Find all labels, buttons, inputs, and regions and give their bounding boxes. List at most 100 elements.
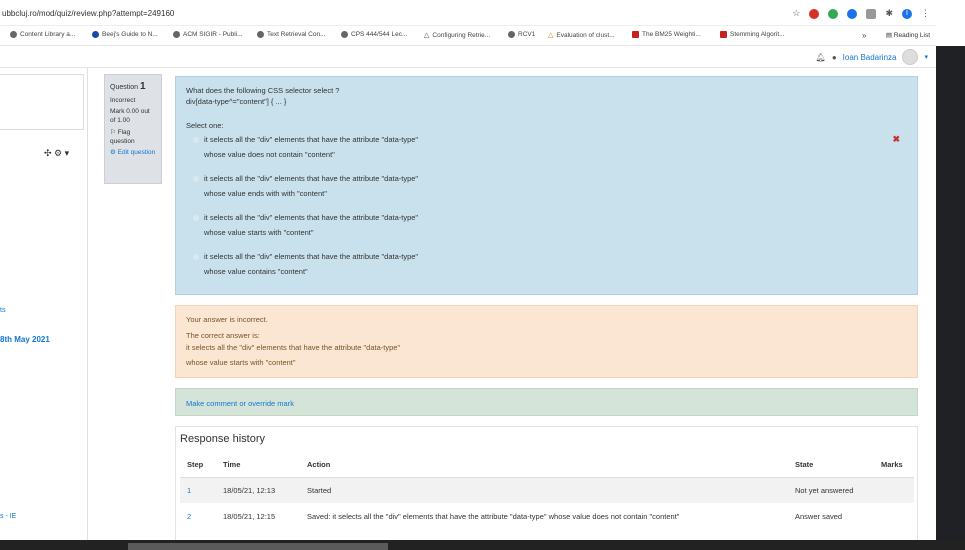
response-history: Response history Step Time Action State … xyxy=(175,426,918,540)
correct-answer-label: The correct answer is: xyxy=(186,331,260,340)
answer-option[interactable]: it selects all the "div" elements that h… xyxy=(193,133,418,162)
url-text[interactable]: ubbcluj.ro/mod/quiz/review.php?attempt=2… xyxy=(2,9,174,18)
incorrect-icon: ✖ xyxy=(892,134,900,144)
flag-question[interactable]: ⚐ Flag question xyxy=(110,129,156,147)
star-icon[interactable]: ☆ xyxy=(792,8,800,19)
gear-icon: ⚙ xyxy=(110,149,118,157)
browser-window: ubbcluj.ro/mod/quiz/review.php?attempt=2… xyxy=(0,0,936,540)
feedback-box: Your answer is incorrect. The correct an… xyxy=(175,305,918,378)
radio-button[interactable] xyxy=(193,176,199,182)
taskbar-strip xyxy=(0,540,965,550)
window-edge xyxy=(936,0,965,540)
drawer-date-link[interactable]: 8th May 2021 xyxy=(0,335,50,344)
bookmark-item[interactable]: ACM SIGIR - Publi... xyxy=(173,31,243,38)
question-info: Question 1 Incorrect Mark 0.00 out of 1.… xyxy=(104,74,162,184)
action-cell: Started xyxy=(300,477,788,503)
question-code: div[data-type^="content"] { ... } xyxy=(186,97,287,107)
document-icon xyxy=(720,31,727,38)
toolbar-edge xyxy=(936,0,965,46)
answer-option[interactable]: it selects all the "div" elements that h… xyxy=(193,250,418,279)
radio-button[interactable] xyxy=(193,254,199,260)
bookmark-item[interactable]: △ Evaluation of clust... xyxy=(548,31,615,40)
drawer-link[interactable]: ts xyxy=(0,307,5,314)
left-drawer: ✣ ⚙ ▾ ts 8th May 2021 s - IE xyxy=(0,68,88,540)
user-name[interactable]: Ioan Badarinza xyxy=(843,53,897,62)
taskbar-item xyxy=(128,543,388,550)
column-header: Action xyxy=(300,453,788,478)
answer-option[interactable]: it selects all the "div" elements that h… xyxy=(193,172,418,201)
globe-icon xyxy=(341,31,348,38)
column-header: Step xyxy=(180,453,216,478)
globe-icon xyxy=(173,31,180,38)
column-header: Marks xyxy=(874,453,914,478)
state-cell: Not yet answered xyxy=(788,477,874,503)
reading-list-button[interactable]: ▤ Reading List xyxy=(886,31,930,39)
user-menu[interactable]: 🔔︎ ● Ioan Badarinza ▾ xyxy=(816,49,928,65)
extension-green-icon[interactable] xyxy=(828,8,839,19)
drawer-link[interactable]: s - IE xyxy=(0,513,16,520)
puzzle-icon[interactable]: ✱ xyxy=(885,8,893,19)
column-header: Time xyxy=(216,453,300,478)
document-icon xyxy=(632,31,639,38)
bookmarks-bar: Content Library a... Beej's Guide to N..… xyxy=(0,26,936,46)
bell-icon[interactable]: 🔔︎ xyxy=(816,53,826,62)
avatar[interactable] xyxy=(902,49,919,65)
state-cell: Answer saved xyxy=(795,511,843,521)
chat-icon[interactable]: ● xyxy=(832,53,837,62)
answer-option[interactable]: it selects all the "div" elements that h… xyxy=(193,211,418,240)
bookmarks-overflow-button[interactable]: » xyxy=(862,31,866,40)
globe-icon xyxy=(92,31,99,38)
correct-answer-line2: whose value starts with "content" xyxy=(186,358,296,367)
radio-button[interactable] xyxy=(193,137,199,143)
question-text: What does the following CSS selector sel… xyxy=(186,86,340,95)
address-bar[interactable]: ubbcluj.ro/mod/quiz/review.php?attempt=2… xyxy=(0,0,936,26)
bookmark-item[interactable]: RCV1 xyxy=(508,31,535,38)
comment-override-link[interactable]: Make comment or override mark xyxy=(186,399,294,408)
bookmark-item[interactable]: Content Library a... xyxy=(10,31,75,38)
table-header-row: Step Time Action State Marks xyxy=(180,453,914,478)
globe-icon xyxy=(257,31,264,38)
column-header: State xyxy=(788,453,874,478)
question-mark: Mark 0.00 out of 1.00 xyxy=(110,108,150,125)
comment-box: Make comment or override mark xyxy=(175,388,918,416)
table-row: 2 18/05/21, 12:15 Saved: it selects all … xyxy=(180,503,914,529)
bookmark-item[interactable]: △ Configuring Retrie... xyxy=(424,31,490,40)
triangle-icon: △ xyxy=(424,32,430,39)
bookmark-item[interactable]: The BM25 Weighti... xyxy=(632,31,701,38)
history-table: Step Time Action State Marks 1 18/05/21,… xyxy=(180,453,914,529)
question-content: What does the following CSS selector sel… xyxy=(175,76,918,295)
extension-grey-icon[interactable] xyxy=(866,8,877,19)
correct-answer-line1: it selects all the "div" elements that h… xyxy=(186,343,401,352)
flag-icon: ⚐ xyxy=(110,128,118,136)
step-link[interactable]: 1 xyxy=(180,477,216,503)
question-status: Incorrect xyxy=(110,96,136,104)
select-one-label: Select one: xyxy=(186,120,224,130)
extension-red-icon[interactable] xyxy=(809,8,820,19)
profile-icon[interactable]: I xyxy=(902,8,912,19)
step-link[interactable]: 2 xyxy=(180,503,216,529)
radio-button[interactable] xyxy=(193,215,199,221)
block-actions-icon[interactable]: ✣ ⚙ ▾ xyxy=(44,148,69,159)
time-cell: 18/05/21, 12:15 xyxy=(223,511,276,521)
chevron-down-icon[interactable]: ▾ xyxy=(924,53,928,61)
bookmark-item[interactable]: Stemming Algorit... xyxy=(720,31,785,38)
globe-icon xyxy=(10,31,17,38)
question-number: Question 1 xyxy=(110,81,146,92)
menu-icon[interactable]: ⋮ xyxy=(921,8,930,19)
drawer-block xyxy=(0,74,84,130)
action-cell: Saved: it selects all the "div" elements… xyxy=(307,511,680,521)
table-row: 1 18/05/21, 12:13 Started Not yet answer… xyxy=(180,477,914,503)
globe-icon xyxy=(508,31,515,38)
time-cell: 18/05/21, 12:13 xyxy=(216,477,300,503)
edit-question-link[interactable]: ⚙ Edit question xyxy=(110,149,156,158)
response-history-title: Response history xyxy=(180,433,265,445)
marks-cell xyxy=(874,503,914,529)
reading-list-icon: ▤ xyxy=(885,32,894,39)
triangle-icon: △ xyxy=(548,32,554,39)
bookmark-item[interactable]: Beej's Guide to N... xyxy=(92,31,158,38)
extension-icons: ☆ ✱ I ⋮ xyxy=(792,8,930,19)
bookmark-item[interactable]: CPS 444/544 Lec... xyxy=(341,31,407,38)
extension-blue-icon[interactable] xyxy=(847,8,858,19)
result-text: Your answer is incorrect. xyxy=(186,315,268,324)
bookmark-item[interactable]: Text Retrieval Con... xyxy=(257,31,326,38)
